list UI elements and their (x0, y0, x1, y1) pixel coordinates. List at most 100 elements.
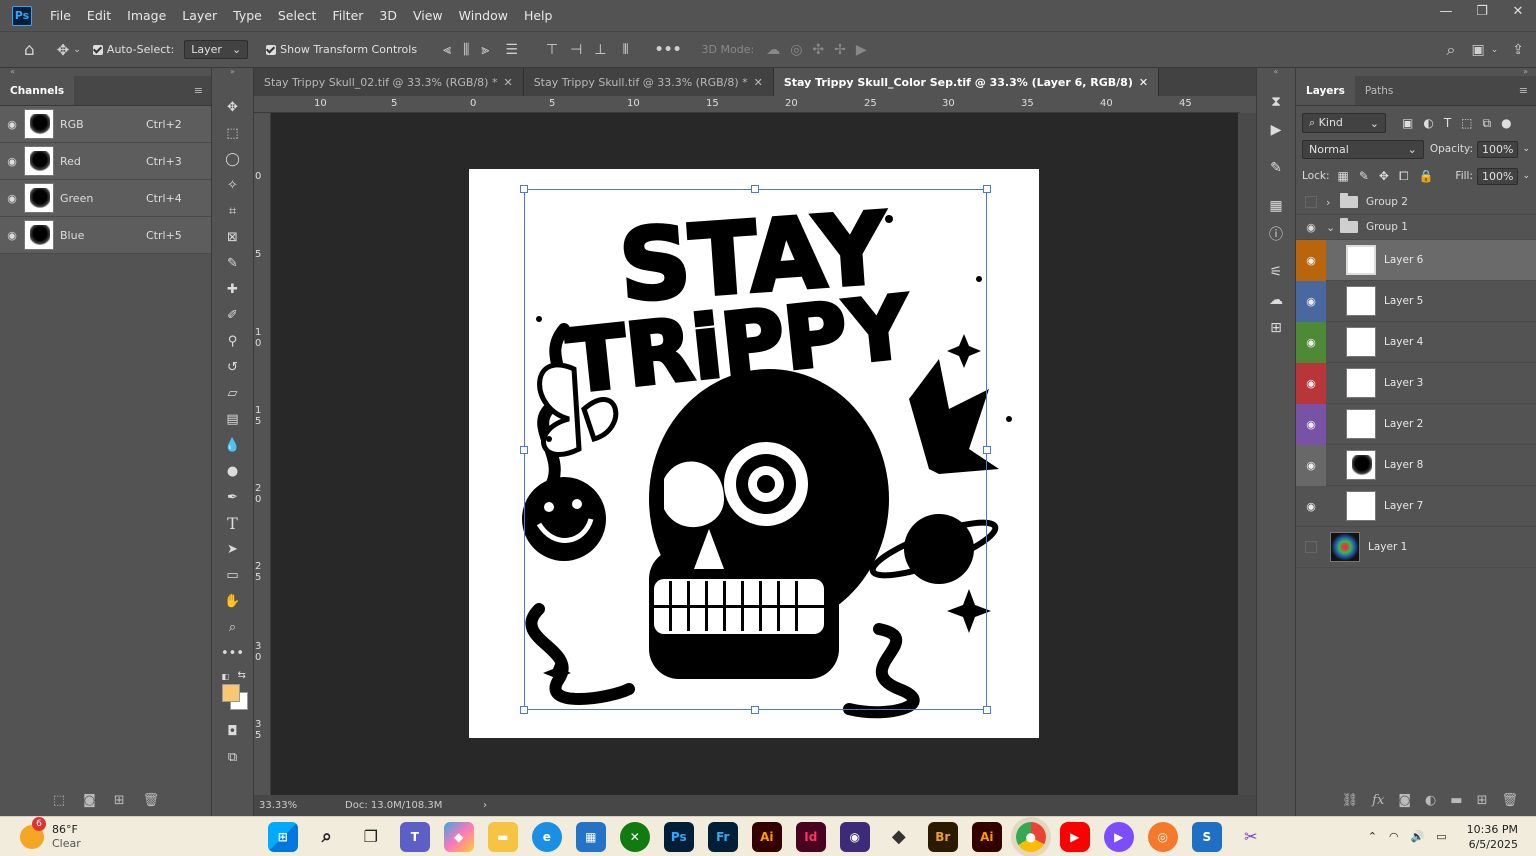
tab-paths[interactable]: Paths (1355, 76, 1404, 105)
zoom-tool-icon[interactable]: ⌕ (216, 614, 250, 640)
lock-all-icon[interactable]: 🔒 (1419, 169, 1434, 184)
doc-tab-skull-02[interactable]: Stay Trippy Skull_02.tif @ 33.3% (RGB/8)… (254, 68, 524, 96)
filter-kind-dropdown[interactable]: ⌕ Kind ⌄ (1302, 113, 1386, 133)
foreground-color-swatch[interactable] (221, 684, 240, 702)
info-icon[interactable]: ⓘ (1269, 220, 1283, 248)
distribute-icon[interactable]: ☰ (505, 42, 518, 58)
swatches-grid-icon[interactable]: ⊞ (1270, 314, 1282, 342)
eye-icon[interactable]: ◉ (1296, 362, 1326, 404)
channel-row-blue[interactable]: ◉ Blue Ctrl+5 (0, 217, 211, 254)
battery-icon[interactable]: ▭ (1436, 830, 1446, 843)
layer-row-3[interactable]: ◉ Layer 3 (1296, 362, 1536, 404)
layer-row-1[interactable]: Layer 1 (1296, 527, 1536, 568)
new-channel-icon[interactable]: ⊞ (114, 793, 125, 808)
filter-toggle-icon[interactable]: ● (1501, 116, 1511, 131)
chevron-down-icon[interactable]: ⌄ (1326, 221, 1336, 234)
libraries-icon[interactable]: ▦ (1269, 192, 1282, 220)
menu-file[interactable]: File (42, 8, 79, 23)
align-right-icon[interactable]: ⫸ (481, 42, 489, 58)
chevron-down-icon[interactable]: ⌄ (73, 45, 81, 55)
layer-row-6[interactable]: ◉ Layer 6 (1296, 239, 1536, 281)
indesign-icon[interactable]: Id (795, 821, 826, 852)
history-brush-icon[interactable]: ↺ (216, 354, 250, 380)
expand-panel-icon[interactable]: » (1296, 68, 1536, 76)
opacity-input[interactable]: 100% (1477, 140, 1519, 158)
copilot-icon[interactable]: ◆ (443, 821, 474, 852)
task-view-icon[interactable]: ❐ (356, 822, 386, 852)
gradient-tool-icon[interactable]: ▤ (216, 406, 250, 432)
transform-handle[interactable] (983, 185, 991, 193)
lock-position-icon[interactable]: ✥ (1379, 169, 1389, 184)
bridge-icon[interactable]: Br (927, 821, 958, 852)
eye-icon[interactable]: ◉ (1296, 321, 1326, 363)
chevron-right-icon[interactable]: › (1326, 196, 1336, 209)
3d-camera-icon[interactable]: ▶ (856, 42, 867, 58)
lasso-tool-icon[interactable]: ◯ (216, 146, 250, 172)
channel-row-rgb[interactable]: ◉ RGB Ctrl+2 (0, 106, 211, 143)
tablet-icon[interactable]: ◆ (884, 822, 914, 852)
eye-icon[interactable]: ◉ (0, 192, 24, 205)
transform-bounding-box[interactable] (524, 189, 987, 710)
eye-icon[interactable]: ◉ (1296, 239, 1326, 281)
layer-row-7[interactable]: ◉ Layer 7 (1296, 486, 1536, 527)
chevron-down-icon[interactable]: ⌄ (1522, 144, 1530, 154)
pen-tool-icon[interactable]: ✒ (216, 484, 250, 510)
move-tool-icon[interactable]: ✥ (216, 94, 250, 120)
windows-start-icon[interactable]: ⊞ (267, 821, 298, 852)
swap-colors-icon[interactable]: ⇆ (238, 670, 246, 681)
dodge-tool-icon[interactable]: ● (216, 458, 250, 484)
quick-mask-icon[interactable]: ◘ (216, 718, 250, 744)
adjustment-layer-icon[interactable]: ◐ (1425, 793, 1436, 808)
eye-icon[interactable]: ◉ (0, 118, 24, 131)
new-layer-icon[interactable]: ⊞ (1477, 793, 1488, 808)
app-icon[interactable]: ◉ (839, 821, 870, 852)
menu-type[interactable]: Type (225, 8, 270, 23)
crop-tool-icon[interactable]: ⌗ (216, 198, 250, 224)
chevron-right-icon[interactable]: › (483, 800, 487, 811)
close-icon[interactable]: ✕ (1139, 76, 1148, 89)
layer-row-5[interactable]: ◉ Layer 5 (1296, 280, 1536, 322)
align-center-icon[interactable]: ⫼ (463, 42, 469, 58)
blender-icon[interactable]: ◎ (1147, 821, 1178, 852)
3d-pan-icon[interactable]: ✣ (812, 42, 824, 58)
blur-tool-icon[interactable]: 💧 (216, 432, 250, 458)
healing-brush-icon[interactable]: ✚ (216, 276, 250, 302)
blend-mode-dropdown[interactable]: Normal ⌄ (1302, 139, 1424, 159)
color-palette-icon[interactable]: ☁ (1269, 286, 1283, 314)
doc-tab-color-sep[interactable]: Stay Trippy Skull_Color Sep.tif @ 33.3% … (773, 68, 1160, 96)
weather-widget[interactable]: 6 86°F Clear (20, 816, 81, 851)
search-icon[interactable]: ⌕ (312, 822, 342, 852)
file-explorer-icon[interactable]: ▬ (487, 821, 518, 852)
eye-icon[interactable]: ◉ (0, 229, 24, 242)
frame-tool-icon[interactable]: ⊠ (216, 224, 250, 250)
visibility-toggle[interactable] (1296, 196, 1326, 208)
menu-edit[interactable]: Edit (79, 8, 119, 23)
3d-orbit-icon[interactable]: ☁ (766, 42, 780, 58)
tab-layers[interactable]: Layers (1296, 76, 1355, 105)
photoshop-taskbar-icon[interactable]: Ps (663, 821, 694, 852)
menu-filter[interactable]: Filter (324, 8, 371, 23)
blue-app-icon[interactable]: S (1191, 821, 1222, 852)
more-tools-icon[interactable]: ••• (216, 640, 250, 666)
brush-tool-icon[interactable]: ✐ (216, 302, 250, 328)
vertical-scrollbar[interactable] (1238, 113, 1256, 795)
wifi-icon[interactable]: ◠ (1389, 830, 1399, 843)
panel-menu-icon[interactable]: ≡ (194, 84, 211, 97)
menu-layer[interactable]: Layer (174, 8, 225, 23)
stamp-tool-icon[interactable]: ⚲ (216, 328, 250, 354)
transform-handle[interactable] (520, 706, 528, 714)
chrome-icon[interactable]: ● (1015, 821, 1046, 852)
illustrator-icon[interactable]: Ai (751, 821, 782, 852)
color-swatches[interactable]: ◧ ⇆ (216, 666, 250, 710)
close-icon[interactable]: ✕ (754, 76, 763, 89)
marquee-tool-icon[interactable]: ⬚ (216, 120, 250, 146)
pixel-filter-icon[interactable]: ▣ (1402, 116, 1413, 131)
eraser-tool-icon[interactable]: ▱ (216, 380, 250, 406)
transform-handle[interactable] (983, 706, 991, 714)
transform-handle[interactable] (751, 706, 759, 714)
channel-row-green[interactable]: ◉ Green Ctrl+4 (0, 180, 211, 217)
layer-group-2[interactable]: › Group 2 (1296, 190, 1536, 215)
visibility-toggle[interactable] (1296, 527, 1326, 568)
link-layers-icon[interactable]: ⛓ (1342, 793, 1359, 808)
close-icon[interactable]: ✕ (1500, 0, 1536, 24)
